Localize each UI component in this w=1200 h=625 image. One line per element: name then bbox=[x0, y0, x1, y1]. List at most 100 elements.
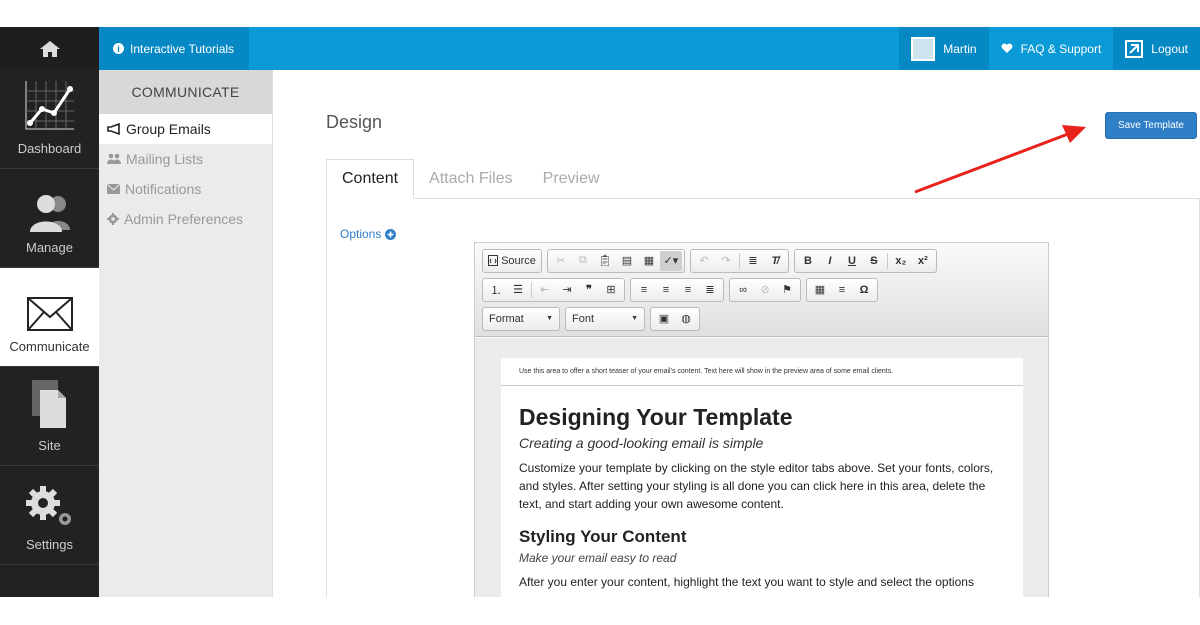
styling-paragraph: After you enter your content, highlight … bbox=[519, 575, 974, 589]
special-char-icon[interactable]: Ω bbox=[853, 280, 875, 300]
align-left-icon[interactable]: ≡ bbox=[633, 280, 655, 300]
content-panel: Options Source ✂ ⧉ 📋︎ ▤ ▦ ✓▾ ↶ ↷ ≣ T̸ B … bbox=[326, 198, 1200, 597]
pages-icon bbox=[31, 380, 66, 428]
div-container-icon[interactable]: ⊞ bbox=[600, 280, 622, 300]
subnav-item-group-emails[interactable]: Group Emails bbox=[99, 114, 272, 144]
plus-circle-icon bbox=[385, 228, 397, 240]
nav-communicate[interactable]: Communicate bbox=[0, 268, 99, 367]
format-label: Format bbox=[489, 312, 524, 325]
template-subheading: Creating a good-looking email is simple bbox=[519, 435, 764, 451]
logout-link[interactable]: Logout bbox=[1113, 27, 1200, 70]
save-template-button[interactable]: Save Template bbox=[1105, 112, 1197, 139]
unlink-icon[interactable]: ⊘ bbox=[754, 280, 776, 300]
nav-site-label: Site bbox=[38, 438, 61, 453]
main-content: Design Save Template Content Attach File… bbox=[273, 70, 1200, 597]
app-window: Dashboard Manage Communicate Site Settin… bbox=[0, 27, 1200, 597]
image-icon[interactable]: ▣ bbox=[653, 309, 675, 329]
envelope-icon bbox=[26, 297, 73, 331]
interactive-tutorials-link[interactable]: i Interactive Tutorials bbox=[99, 27, 249, 70]
subnav-item-label: Admin Preferences bbox=[124, 211, 244, 227]
globe-icon[interactable]: ◍ bbox=[675, 309, 697, 329]
outdent-icon[interactable]: ⇤ bbox=[534, 280, 556, 300]
tab-attach-files[interactable]: Attach Files bbox=[414, 159, 528, 199]
numbered-list-icon[interactable]: ⒈ bbox=[485, 280, 507, 300]
subnav-item-notifications[interactable]: Notifications bbox=[99, 174, 272, 204]
subnav-header: COMMUNICATE bbox=[99, 70, 272, 114]
editor-content-area[interactable]: Use this area to offer a short teaser of… bbox=[475, 338, 1048, 597]
options-toggle[interactable]: Options bbox=[340, 227, 397, 241]
group-icon bbox=[107, 153, 121, 164]
source-icon bbox=[488, 255, 498, 266]
paste-text-icon[interactable]: ▤ bbox=[616, 251, 638, 271]
subnav-item-label: Mailing Lists bbox=[126, 151, 204, 167]
avatar bbox=[911, 36, 936, 61]
nav-dashboard-label: Dashboard bbox=[17, 141, 82, 156]
page-title: Design bbox=[326, 112, 383, 132]
bold-icon[interactable]: B bbox=[797, 251, 819, 271]
justify-icon[interactable]: ≣ bbox=[699, 280, 721, 300]
blockquote-icon[interactable]: ❞ bbox=[578, 280, 600, 300]
template-paragraph: Customize your template by clicking on t… bbox=[519, 461, 994, 511]
underline-icon[interactable]: U bbox=[841, 251, 863, 271]
cog-icon bbox=[107, 213, 119, 225]
copy-icon[interactable]: ⧉ bbox=[572, 251, 594, 271]
superscript-icon[interactable]: x² bbox=[912, 251, 934, 271]
horizontal-rule-icon[interactable]: ≡ bbox=[831, 280, 853, 300]
format-dropdown[interactable]: Format ▼ bbox=[482, 306, 560, 331]
tab-content[interactable]: Content bbox=[326, 159, 415, 199]
logout-label: Logout bbox=[1151, 41, 1188, 56]
subscript-icon[interactable]: x₂ bbox=[890, 251, 912, 271]
nav-manage-label: Manage bbox=[26, 240, 73, 255]
envelope-icon bbox=[107, 184, 120, 194]
subnav-item-admin-preferences[interactable]: Admin Preferences bbox=[99, 204, 272, 234]
chevron-down-icon: ▼ bbox=[631, 315, 638, 322]
template-heading: Designing Your Template bbox=[519, 404, 793, 430]
redo-icon[interactable]: ↷ bbox=[715, 251, 737, 271]
teaser-text[interactable]: Use this area to offer a short teaser of… bbox=[501, 358, 1023, 386]
font-dropdown[interactable]: Font ▼ bbox=[565, 306, 645, 331]
top-bar: i Interactive Tutorials Martin FAQ & Sup… bbox=[99, 27, 1200, 70]
editor-tabs: Content Attach Files Preview bbox=[326, 159, 615, 199]
font-label: Font bbox=[572, 312, 595, 325]
nav-site[interactable]: Site bbox=[0, 367, 99, 466]
nav-settings[interactable]: Settings bbox=[0, 466, 99, 565]
cut-icon[interactable]: ✂ bbox=[550, 251, 572, 271]
faq-support-link[interactable]: FAQ & Support bbox=[989, 27, 1114, 70]
strikethrough-icon[interactable]: S bbox=[863, 251, 885, 271]
megaphone-icon bbox=[107, 123, 120, 135]
indent-icon[interactable]: ⇥ bbox=[556, 280, 578, 300]
faq-label: FAQ & Support bbox=[1020, 41, 1102, 56]
undo-icon[interactable]: ↶ bbox=[693, 251, 715, 271]
home-button[interactable] bbox=[0, 27, 99, 70]
home-icon bbox=[39, 40, 60, 57]
nav-dashboard[interactable]: Dashboard bbox=[0, 70, 99, 169]
remove-format-icon[interactable]: T̸ bbox=[764, 251, 786, 271]
spellcheck-icon[interactable]: ✓▾ bbox=[659, 250, 682, 271]
email-body[interactable]: Designing Your Template Creating a good-… bbox=[501, 386, 1023, 597]
align-center-icon[interactable]: ≡ bbox=[655, 280, 677, 300]
info-icon: i bbox=[113, 43, 124, 54]
italic-icon[interactable]: I bbox=[819, 251, 841, 271]
nav-communicate-label: Communicate bbox=[9, 339, 90, 354]
find-replace-icon[interactable]: ≣ bbox=[742, 251, 764, 271]
table-icon[interactable]: ▦ bbox=[809, 280, 831, 300]
user-menu[interactable]: Martin bbox=[899, 27, 989, 70]
nav-manage[interactable]: Manage bbox=[0, 169, 99, 268]
dashboard-chart-icon bbox=[25, 81, 74, 130]
tab-preview[interactable]: Preview bbox=[528, 159, 615, 199]
align-right-icon[interactable]: ≡ bbox=[677, 280, 699, 300]
sub-nav: COMMUNICATE Group Emails Mailing Lists N… bbox=[99, 70, 273, 597]
styling-heading: Styling Your Content bbox=[519, 527, 687, 546]
tutorials-label: Interactive Tutorials bbox=[130, 41, 235, 56]
paste-icon[interactable]: 📋︎ bbox=[594, 251, 616, 271]
link-icon[interactable]: ∞ bbox=[732, 280, 754, 300]
user-name: Martin bbox=[943, 41, 977, 56]
source-button[interactable]: Source bbox=[485, 251, 539, 271]
gear-icon bbox=[25, 486, 71, 525]
bullet-list-icon[interactable]: ☰ bbox=[507, 280, 529, 300]
subnav-item-label: Group Emails bbox=[126, 121, 211, 137]
options-label: Options bbox=[340, 227, 382, 241]
paste-word-icon[interactable]: ▦ bbox=[638, 251, 660, 271]
anchor-flag-icon[interactable]: ⚑ bbox=[776, 280, 798, 300]
subnav-item-mailing-lists[interactable]: Mailing Lists bbox=[99, 144, 272, 174]
